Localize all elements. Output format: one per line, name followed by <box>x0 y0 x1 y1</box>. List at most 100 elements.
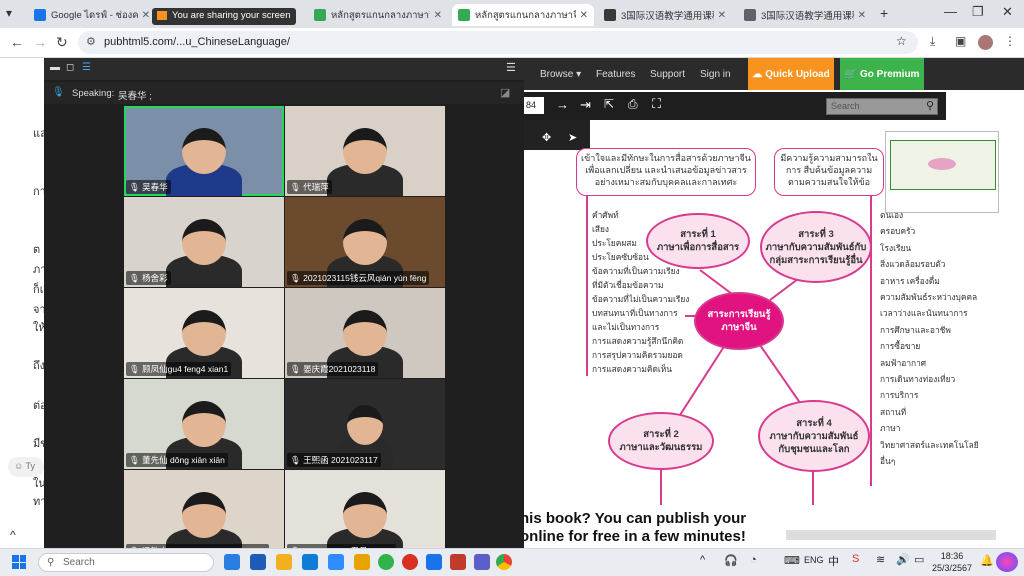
page-number-field[interactable]: 84 <box>524 97 544 114</box>
tray-chevron-icon[interactable]: ^ <box>700 554 705 566</box>
volume-icon[interactable]: 🔊 <box>896 553 910 566</box>
task-view-icon[interactable] <box>224 554 240 570</box>
browser-tab[interactable]: 3国际汉语教学通用课程大 ✕ <box>738 4 872 26</box>
close-window-icon[interactable]: ✕ <box>1002 4 1013 20</box>
restore-panel-icon[interactable]: ◻ <box>66 62 74 73</box>
participant-face <box>182 128 226 174</box>
chrome-icon[interactable] <box>496 554 512 570</box>
edge-icon[interactable] <box>302 554 318 570</box>
tab-close-icon[interactable]: ✕ <box>434 10 442 21</box>
signin-link[interactable]: Sign in <box>700 69 731 80</box>
back-icon[interactable]: ← <box>10 34 24 50</box>
theme-item: ภาษา <box>880 423 901 434</box>
chevron-up-icon[interactable]: ^ <box>10 528 16 542</box>
quick-upload-button[interactable]: ☁ Quick Upload <box>748 58 834 90</box>
participant-tile[interactable]: 🎙 顾凤仙gu4 feng4 xian1 <box>124 288 284 378</box>
features-link[interactable]: Features <box>596 69 635 80</box>
tab-search-icon[interactable]: ▾ <box>6 6 24 22</box>
chat-input[interactable]: ☺ Ty <box>8 457 44 477</box>
emoji-icon[interactable]: ☺ <box>14 461 23 471</box>
panel-menu-icon[interactable]: ☰ <box>506 61 516 74</box>
tab-close-icon[interactable]: ✕ <box>580 10 588 21</box>
participant-tile[interactable]: 🎙 2021023105尹丹yǐndān <box>285 470 445 560</box>
word-icon[interactable] <box>426 554 442 570</box>
forward-icon[interactable]: → <box>33 34 47 50</box>
side-panel-icon[interactable]: ▣ <box>955 34 966 48</box>
copilot-icon[interactable] <box>996 552 1018 572</box>
participant-tile[interactable]: 🎙 晏庆霞2021023118 <box>285 288 445 378</box>
wifi-icon[interactable]: ≋ <box>876 553 885 566</box>
browser-tab[interactable]: Google ไดรฟ์ - ช่องความเสื่อม ✕ <box>28 4 156 26</box>
print-icon[interactable]: ⎙ <box>628 97 638 112</box>
last-page-icon[interactable]: ⇥ <box>580 97 591 113</box>
participant-tile[interactable]: 🎙 董先仙 dǒng xiān xiān <box>124 379 284 469</box>
new-tab-button[interactable]: + <box>880 5 888 21</box>
participant-tile[interactable]: 🎙 2021023115钱云风qián yún fēng <box>285 197 445 287</box>
line-icon[interactable] <box>378 554 394 570</box>
restore-icon[interactable]: ❐ <box>972 4 984 20</box>
participant-tile[interactable]: 🎙 冯敏杰 (feng min jie)2021023147 <box>124 470 284 560</box>
tab-close-icon[interactable]: ✕ <box>858 10 866 21</box>
tab-close-icon[interactable]: ✕ <box>142 10 150 21</box>
profile-avatar[interactable] <box>978 35 993 50</box>
next-page-icon[interactable]: → <box>556 97 569 112</box>
topic-item: เสียง <box>592 224 609 234</box>
folder-icon[interactable] <box>276 554 292 570</box>
zoom-app-icon[interactable] <box>328 554 344 570</box>
menu-kebab-icon[interactable]: ⋮ <box>1004 34 1016 48</box>
theme-item: ลมฟ้าอากาศ <box>880 357 927 368</box>
gallery-view-icon[interactable]: ☰ <box>82 62 91 73</box>
site-info-icon[interactable]: ⚙ <box>86 35 96 48</box>
fullscreen-icon[interactable]: ⛶ <box>652 96 661 112</box>
browser-tab[interactable]: 3国际汉语教学通用课程大 ✕ <box>598 4 732 26</box>
bookmark-star-icon[interactable]: ☆ <box>896 34 907 48</box>
minimize-panel-icon[interactable]: ▬ <box>50 62 60 73</box>
topic-item: ที่มีตัวเชื่อมข้อความ <box>592 280 664 290</box>
taskbar-clock[interactable]: 18:36 25/3/2567 <box>932 550 972 574</box>
explorer-icon[interactable] <box>250 554 266 570</box>
theme-item: อื่นๆ <box>880 456 896 466</box>
store-icon[interactable] <box>354 554 370 570</box>
participant-face <box>343 492 387 538</box>
powerpoint-icon[interactable] <box>450 554 466 570</box>
antivirus-icon[interactable]: S <box>852 553 859 565</box>
tab-close-icon[interactable]: ✕ <box>718 10 726 21</box>
participant-tile[interactable]: 🎙 吴春华 <box>124 106 284 196</box>
headset-icon[interactable]: 🎧 <box>724 554 738 567</box>
battery-icon[interactable]: ▭ <box>914 553 924 566</box>
theme-item: เวลาว่างและนันทนาการ <box>880 308 968 319</box>
flipbook-search-input[interactable]: Search <box>826 98 938 115</box>
reload-icon[interactable]: ↻ <box>56 34 68 51</box>
participant-tile[interactable]: 🎙 王熙函 2021023117 <box>285 379 445 469</box>
browser-tab[interactable]: หลักสูตรแกนกลางภาษาจีน Chi ✕ <box>452 4 594 26</box>
tab-title: Google ไดรฟ์ - ช่องความเสื่อม <box>51 9 138 21</box>
app-red-icon[interactable] <box>402 554 418 570</box>
participant-label: 🎙 王熙函 2021023117 <box>287 453 381 467</box>
participant-tile[interactable]: 🎙 杨舍彩 <box>124 197 284 287</box>
support-link[interactable]: Support <box>650 69 685 80</box>
language-indicator[interactable]: ENG <box>804 555 824 565</box>
participant-tile[interactable]: 🎙 代瑞萍 <box>285 106 445 196</box>
clock-time: 18:36 <box>940 551 964 561</box>
s1-title: สาระที่ 1 <box>680 229 716 240</box>
omnibox[interactable]: ⚙ pubhtml5.com/...u_ChineseLanguage/ ☆ <box>78 31 918 54</box>
page-thumbnail[interactable] <box>885 131 999 213</box>
start-icon[interactable] <box>12 555 26 569</box>
browse-menu[interactable]: Browse ▾ <box>540 69 581 80</box>
browser-tab[interactable]: หลักสูตรแกนกลางภาษาจีน Chi ✕ <box>308 4 448 26</box>
minimize-icon[interactable]: — <box>944 4 957 19</box>
share-icon[interactable]: ⇱ <box>604 97 614 111</box>
go-premium-button[interactable]: 🛒 Go Premium <box>840 58 924 90</box>
search-icon[interactable]: ⚲ <box>926 99 934 112</box>
notification-icon[interactable]: 🔔 <box>980 554 994 567</box>
download-icon[interactable]: ⤓ <box>930 34 935 49</box>
hide-icon[interactable]: ◪ <box>500 86 510 99</box>
url-text[interactable]: pubhtml5.com/...u_ChineseLanguage/ <box>104 36 290 48</box>
taskbar-search[interactable]: ⚲ Search <box>38 553 214 572</box>
keyboard-icon[interactable]: ⌨ <box>784 554 800 567</box>
tray-icon-1[interactable]: ◔ <box>750 554 757 566</box>
mindmap-center: สาระการเรียนรู้ ภาษาจีน <box>694 292 784 350</box>
ime-indicator[interactable]: 中 <box>828 553 839 569</box>
teams-icon[interactable] <box>474 554 490 570</box>
muted-mic-icon: 🎙 <box>129 364 140 374</box>
